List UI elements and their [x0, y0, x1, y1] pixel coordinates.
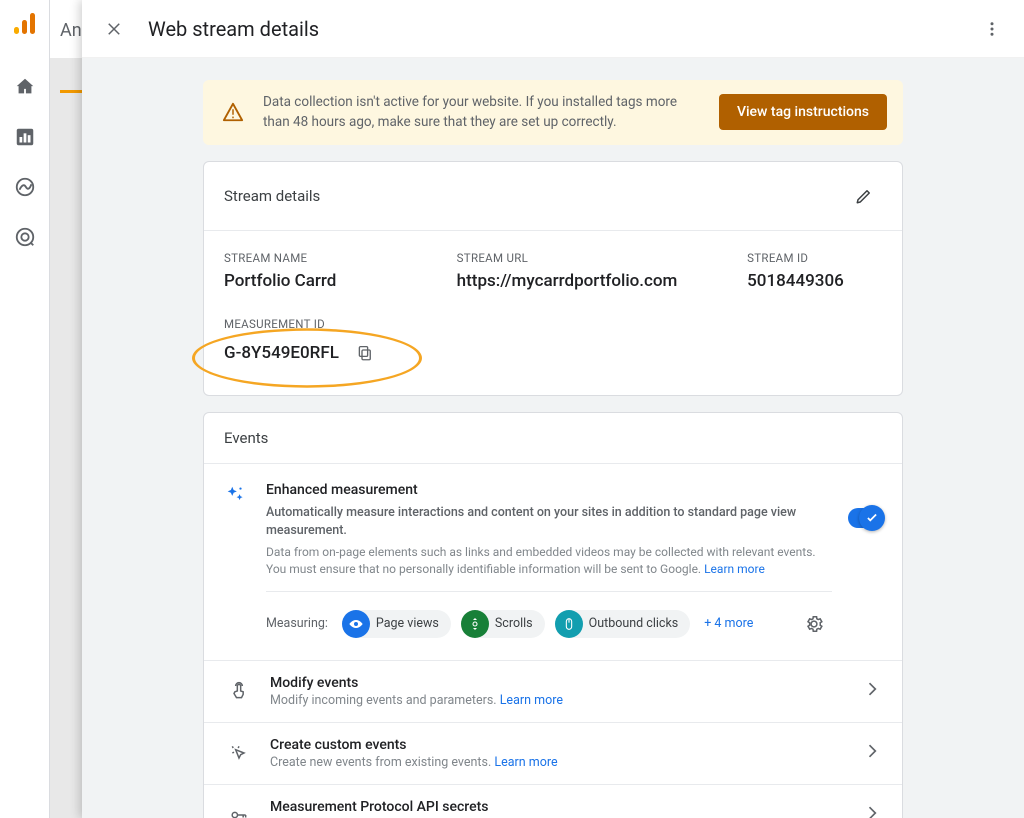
row-title: Measurement Protocol API secrets: [270, 799, 846, 815]
nav-advertising-icon[interactable]: [14, 226, 36, 248]
row-modify-events[interactable]: Modify events Modify incoming events and…: [204, 660, 902, 722]
analytics-logo-icon: [14, 12, 36, 36]
touch-icon: [224, 681, 254, 701]
chip-outbound-clicks: Outbound clicks: [555, 610, 691, 638]
gear-icon: [804, 614, 824, 634]
chip-label: Scrolls: [495, 616, 533, 631]
copy-measurement-id-button[interactable]: [349, 337, 381, 369]
stream-url-label: STREAM URL: [457, 251, 707, 265]
row-desc: Modify incoming events and parameters. L…: [270, 693, 846, 708]
left-nav-rail: [0, 0, 50, 818]
eye-icon: [342, 610, 370, 638]
nav-reports-icon[interactable]: [14, 126, 36, 148]
scroll-icon: [461, 610, 489, 638]
more-chips-link[interactable]: + 4 more: [704, 616, 753, 631]
measurement-id-label: MEASUREMENT ID: [224, 317, 882, 331]
learn-more-link[interactable]: Learn more: [500, 693, 563, 708]
chevron-right-icon: [862, 679, 882, 703]
stream-details-card: Stream details STREAM NAME Portfolio Car…: [203, 161, 903, 396]
chevron-right-icon: [862, 741, 882, 765]
nav-home-icon[interactable]: [14, 76, 36, 98]
more-vert-icon: [983, 20, 1001, 38]
measuring-label: Measuring:: [266, 616, 328, 631]
chip-page-views: Page views: [342, 610, 451, 638]
mouse-icon: [555, 610, 583, 638]
enhanced-measurement-note: Data from on-page elements such as links…: [266, 544, 832, 579]
alert-text: Data collection isn't active for your we…: [263, 92, 703, 133]
stream-url-value: https://mycarrdportfolio.com: [457, 271, 707, 291]
stream-name-value: Portfolio Carrd: [224, 271, 417, 291]
enhanced-measurement-row: Enhanced measurement Automatically measu…: [204, 464, 902, 660]
chip-scrolls: Scrolls: [461, 610, 545, 638]
enhanced-settings-button[interactable]: [796, 606, 832, 642]
stream-name-label: STREAM NAME: [224, 251, 417, 265]
check-icon: [865, 511, 879, 525]
stream-id-label: STREAM ID: [747, 251, 882, 265]
events-title: Events: [224, 429, 882, 447]
close-icon: [105, 20, 123, 38]
events-card: Events Enhanced measurement Automaticall…: [203, 412, 903, 818]
enhanced-measurement-desc: Automatically measure interactions and c…: [266, 504, 832, 540]
enhanced-measurement-title: Enhanced measurement: [266, 482, 832, 498]
learn-more-link[interactable]: Learn more: [494, 755, 557, 770]
cursor-sparkle-icon: [224, 743, 254, 763]
chip-label: Outbound clicks: [589, 616, 679, 631]
warning-icon: [219, 101, 247, 123]
measurement-id-value: G-8Y549E0RFL: [224, 343, 339, 363]
view-tag-instructions-button[interactable]: View tag instructions: [719, 94, 887, 130]
row-measurement-protocol[interactable]: Measurement Protocol API secrets Create …: [204, 784, 902, 818]
stream-details-title: Stream details: [224, 187, 320, 205]
row-title: Create custom events: [270, 737, 846, 753]
details-panel: Web stream details Data collection isn't…: [82, 0, 1024, 818]
row-desc: Create new events from existing events. …: [270, 755, 846, 770]
enhanced-learn-more-link[interactable]: Learn more: [704, 562, 765, 576]
stream-id-value: 5018449306: [747, 271, 882, 291]
nav-explore-icon[interactable]: [14, 176, 36, 198]
enhanced-measurement-toggle[interactable]: [848, 508, 882, 528]
background-brand-text: An: [60, 20, 82, 41]
sparkle-icon: [220, 482, 250, 642]
row-create-custom-events[interactable]: Create custom events Create new events f…: [204, 722, 902, 784]
row-title: Modify events: [270, 675, 846, 691]
close-panel-button[interactable]: [94, 9, 134, 49]
pencil-icon: [855, 187, 873, 205]
chip-label: Page views: [376, 616, 439, 631]
key-icon: [224, 805, 254, 818]
data-collection-alert: Data collection isn't active for your we…: [203, 80, 903, 145]
chevron-right-icon: [862, 803, 882, 818]
panel-title: Web stream details: [148, 17, 319, 41]
panel-more-button[interactable]: [972, 9, 1012, 49]
copy-icon: [356, 344, 374, 362]
edit-stream-button[interactable]: [846, 178, 882, 214]
